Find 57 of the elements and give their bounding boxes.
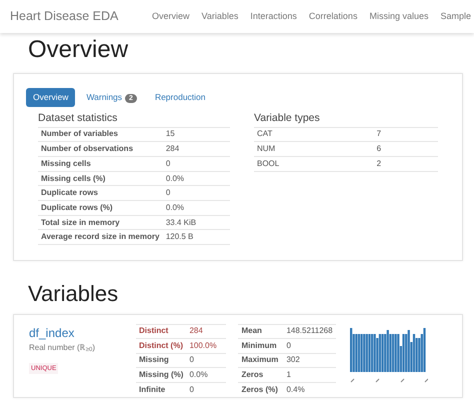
table-cell: 0 [162,156,230,172]
table-cell: NUM [254,142,374,156]
table-cell: Mean [238,324,284,339]
table-cell: Number of observations [38,142,163,156]
table-title: Dataset statistics [38,112,118,125]
nav-link[interactable]: Correlations [308,10,358,24]
table-cell: 0.0% [186,368,226,382]
table-cell: 0.4% [283,382,336,397]
table-cell: Total size in memory [38,215,163,230]
table-cell: Distinct (%) [136,338,186,354]
table-cell: 148.5211268 [283,324,336,339]
nav-link[interactable]: Missing values [369,10,428,24]
table-cell: Minimum [238,338,284,354]
nav-link[interactable]: Overview [152,10,190,24]
table-cell: Duplicate rows (%) [38,200,163,216]
section-heading: Variables [28,280,120,308]
table-cell: 0.0% [162,200,230,216]
table-cell: 284 [162,142,230,156]
table-title: Variable types [254,112,321,125]
table-cell: CAT [254,127,374,142]
variable-name-link[interactable]: df_index [29,324,136,342]
table-cell: 120.5 B [162,230,230,245]
table-cell: Average record size in memory [38,230,163,245]
table-cell: Missing [136,353,186,368]
table-cell: Duplicate rows [38,186,163,201]
table-cell: BOOL [254,156,374,172]
nav-link[interactable]: Variables [202,10,238,24]
table-cell: Missing cells [38,156,163,172]
tab[interactable]: Overview [26,88,76,107]
table-cell: 0 [186,382,226,397]
tab[interactable]: Reproduction [148,88,212,107]
table-cell: Infinite [136,382,186,397]
table-cell: 2 [374,156,438,172]
table-cell: Maximum [238,353,284,368]
section-heading: Overview [28,35,130,65]
table-cell: 0 [283,338,336,354]
table-cell: 0 [186,353,226,368]
table-cell: Distinct [136,324,186,339]
table-cell: Zeros (%) [238,382,284,397]
table-cell: 284 [186,324,226,339]
table-cell: 6 [374,142,438,156]
table-cell: 100.0% [186,338,226,354]
site-title[interactable]: Heart Disease EDA [10,7,118,26]
table-cell: Number of variables [38,127,163,142]
table-cell: Missing cells (%) [38,171,163,186]
nav-link[interactable]: Interactions [250,10,297,24]
table-cell: Zeros [238,368,284,382]
table-cell: 302 [283,353,336,368]
table-cell: 1 [283,368,336,382]
nav-link[interactable]: Sample [440,10,471,24]
table-cell: 0 [162,186,230,201]
table-cell: 15 [162,127,230,142]
variable-type: Real number (ℝ$_{≥0}$) [29,342,96,354]
table-cell: 0.0% [162,171,230,186]
table-cell: 7 [374,127,438,142]
table-cell: 33.4 KiB [162,215,230,230]
table-cell: Missing (%) [136,368,186,382]
